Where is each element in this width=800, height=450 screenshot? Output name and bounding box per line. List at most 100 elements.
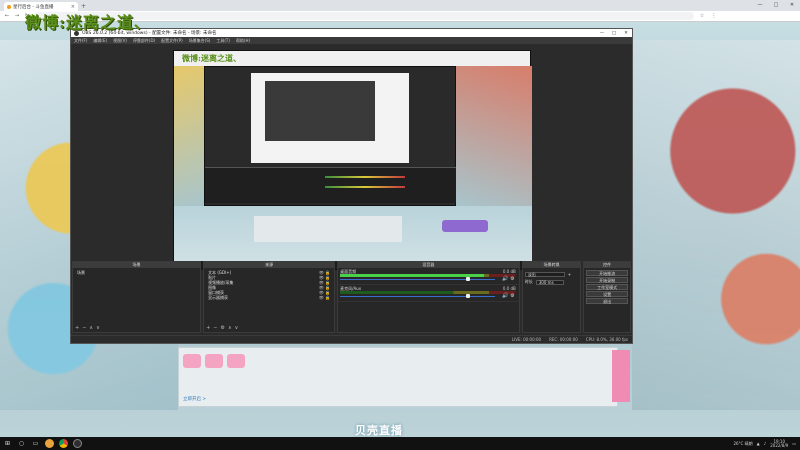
transition-select[interactable]: 淡出 bbox=[524, 272, 565, 277]
obs-docks: 场景 场景 + − ∧ ∨ 来源 文本 (GDI+) 👁 🔒 贴片 👁 🔒 视频… bbox=[71, 261, 632, 333]
preview-banner bbox=[442, 220, 488, 232]
menu-tools[interactable]: 工具(T) bbox=[216, 38, 230, 44]
open-link[interactable]: 立即开启 > bbox=[183, 396, 206, 402]
clock[interactable]: 19:10 2022/8/9 bbox=[770, 439, 789, 448]
start-streaming-button[interactable]: 开始推流 bbox=[586, 270, 628, 276]
search-icon[interactable]: ○ bbox=[17, 440, 26, 447]
bookmark-star-icon[interactable]: ☆ bbox=[698, 13, 706, 19]
nested-docks bbox=[205, 167, 457, 203]
gear-icon[interactable]: ⚙ bbox=[510, 293, 514, 299]
emote-icon[interactable] bbox=[205, 354, 223, 368]
preview-decoration-right bbox=[456, 66, 532, 206]
add-transition-icon[interactable]: + bbox=[568, 272, 571, 277]
transitions-dock: 场景转换 淡出 + 时长 300 ms bbox=[521, 261, 582, 333]
task-view-icon[interactable]: ▭ bbox=[31, 440, 40, 447]
obs-maximize-button[interactable]: □ bbox=[608, 31, 620, 36]
visibility-lock-icon[interactable]: 👁 🔒 bbox=[319, 295, 330, 300]
volume-slider[interactable] bbox=[340, 296, 496, 297]
preview-watermark: 微博:迷离之道、 bbox=[182, 53, 241, 63]
start-icon[interactable]: ⊞ bbox=[3, 440, 12, 447]
menu-scene-collection[interactable]: 场景集合(S) bbox=[189, 38, 211, 44]
exit-button[interactable]: 退出 bbox=[586, 298, 628, 304]
menu-docks[interactable]: 停靠部件(D) bbox=[133, 38, 155, 44]
settings-button[interactable]: 设置 bbox=[586, 291, 628, 297]
start-recording-button[interactable]: 开始录制 bbox=[586, 277, 628, 283]
menu-view[interactable]: 视图(V) bbox=[113, 38, 127, 44]
maximize-button[interactable]: □ bbox=[768, 0, 784, 11]
forward-icon[interactable]: → bbox=[14, 13, 20, 19]
minimize-button[interactable]: — bbox=[752, 0, 768, 11]
volume-meter-fill bbox=[340, 274, 484, 277]
remove-scene-button[interactable]: − bbox=[82, 325, 86, 331]
move-scene-up-button[interactable]: ∧ bbox=[89, 325, 93, 331]
source-label: 显示器捕获 bbox=[208, 295, 229, 300]
obs-title-bar: OBS 26.0.2 (64-bit, windows) - 配置文件: 未命名… bbox=[71, 29, 632, 37]
scene-item[interactable]: 场景 bbox=[75, 270, 198, 275]
remove-source-button[interactable]: − bbox=[213, 325, 217, 331]
overlay-watermark: 微博:迷离之道、 bbox=[25, 13, 151, 32]
sources-dock: 来源 文本 (GDI+) 👁 🔒 贴片 👁 🔒 视频播放/采集 👁 🔒 图像 👁… bbox=[203, 261, 336, 333]
obs-window-controls: — □ ✕ bbox=[596, 31, 632, 36]
browser-window-controls: — □ ✕ bbox=[752, 0, 800, 11]
volume-meter bbox=[340, 274, 516, 277]
emote-list bbox=[183, 354, 245, 368]
move-source-down-button[interactable]: ∨ bbox=[235, 325, 239, 331]
chrome-icon[interactable] bbox=[59, 439, 68, 448]
volume-slider-handle[interactable] bbox=[466, 277, 471, 281]
nested-meter bbox=[325, 176, 405, 178]
browser-menu-icon[interactable]: ⋮ bbox=[710, 13, 718, 19]
sources-toolbar: + − ⚙ ∧ ∨ bbox=[206, 325, 238, 331]
mixer-channel-mic: 麦克风/Aux 0.0 dB 🔊 ⚙ bbox=[338, 285, 519, 302]
live-timer: LIVE: 00:00:00 bbox=[511, 337, 542, 342]
menu-help[interactable]: 帮助(H) bbox=[236, 38, 250, 44]
duration-label: 时长 bbox=[524, 279, 533, 284]
volume-slider[interactable] bbox=[340, 279, 496, 280]
network-icon[interactable]: ▲ bbox=[757, 441, 760, 446]
obs-app-icon[interactable] bbox=[73, 439, 82, 448]
tab-favicon-icon bbox=[7, 4, 11, 9]
preview-canvas[interactable]: 微博:迷离之道、 bbox=[173, 50, 532, 270]
volume-icon[interactable]: ♪ bbox=[764, 441, 767, 446]
rec-timer: REC: 00:00:00 bbox=[549, 337, 578, 342]
gift-bar: 立即开启 > bbox=[178, 347, 618, 407]
studio-mode-button[interactable]: 工作室模式 bbox=[586, 284, 628, 290]
obs-close-button[interactable]: ✕ bbox=[620, 31, 632, 36]
preview-decoration-left bbox=[174, 66, 204, 206]
obs-minimize-button[interactable]: — bbox=[596, 31, 608, 36]
notifications-icon[interactable]: ▭ bbox=[792, 441, 796, 446]
source-settings-icon[interactable]: ⚙ bbox=[220, 325, 224, 331]
preview-content-block bbox=[254, 216, 402, 242]
preview-nested-obs bbox=[204, 66, 457, 206]
windows-taskbar: ⊞ ○ ▭ 26°C 晴朗 ▲ ♪ 19:10 2022/8/9 ▭ bbox=[0, 437, 800, 450]
source-item[interactable]: 显示器捕获 👁 🔒 bbox=[206, 295, 332, 300]
speaker-icon[interactable]: 🔊 bbox=[502, 293, 508, 299]
gear-icon[interactable]: ⚙ bbox=[510, 276, 514, 282]
back-icon[interactable]: ← bbox=[4, 13, 10, 19]
speaker-icon[interactable]: 🔊 bbox=[502, 276, 508, 282]
add-scene-button[interactable]: + bbox=[75, 325, 79, 331]
obs-preview-area[interactable]: 微博:迷离之道、 bbox=[71, 44, 632, 285]
weather-text: 26°C 晴朗 bbox=[733, 440, 753, 446]
close-button[interactable]: ✕ bbox=[784, 0, 800, 11]
add-source-button[interactable]: + bbox=[206, 325, 210, 331]
cpu-fps: CPU: 8.0%, 30.00 fps bbox=[585, 337, 628, 342]
obs-status-bar: LIVE: 00:00:00 REC: 00:00:00 CPU: 8.0%, … bbox=[71, 335, 632, 343]
controls-dock: 控件 开始推流 开始录制 工作室模式 设置 退出 bbox=[583, 261, 631, 333]
obs-window: OBS 26.0.2 (64-bit, windows) - 配置文件: 未命名… bbox=[70, 28, 633, 344]
move-source-up-button[interactable]: ∧ bbox=[228, 325, 232, 331]
nested-preview bbox=[265, 81, 375, 141]
duration-input[interactable]: 300 ms bbox=[535, 279, 564, 285]
preview-page-lower bbox=[174, 206, 532, 261]
emote-icon[interactable] bbox=[227, 354, 245, 368]
file-explorer-icon[interactable] bbox=[45, 439, 54, 448]
menu-file[interactable]: 文件(F) bbox=[74, 38, 87, 44]
menu-profile[interactable]: 配置文件(P) bbox=[161, 38, 183, 44]
move-scene-down-button[interactable]: ∨ bbox=[96, 325, 100, 331]
menu-edit[interactable]: 编辑(E) bbox=[93, 38, 107, 44]
clock-date: 2022/8/9 bbox=[770, 442, 789, 448]
page-decoration-right bbox=[632, 40, 800, 410]
emote-icon[interactable] bbox=[183, 354, 201, 368]
volume-slider-handle[interactable] bbox=[466, 294, 471, 298]
obs-menu-bar: 文件(F) 编辑(E) 视图(V) 停靠部件(D) 配置文件(P) 场景集合(S… bbox=[71, 37, 632, 44]
scenes-dock: 场景 场景 + − ∧ ∨ bbox=[72, 261, 202, 333]
